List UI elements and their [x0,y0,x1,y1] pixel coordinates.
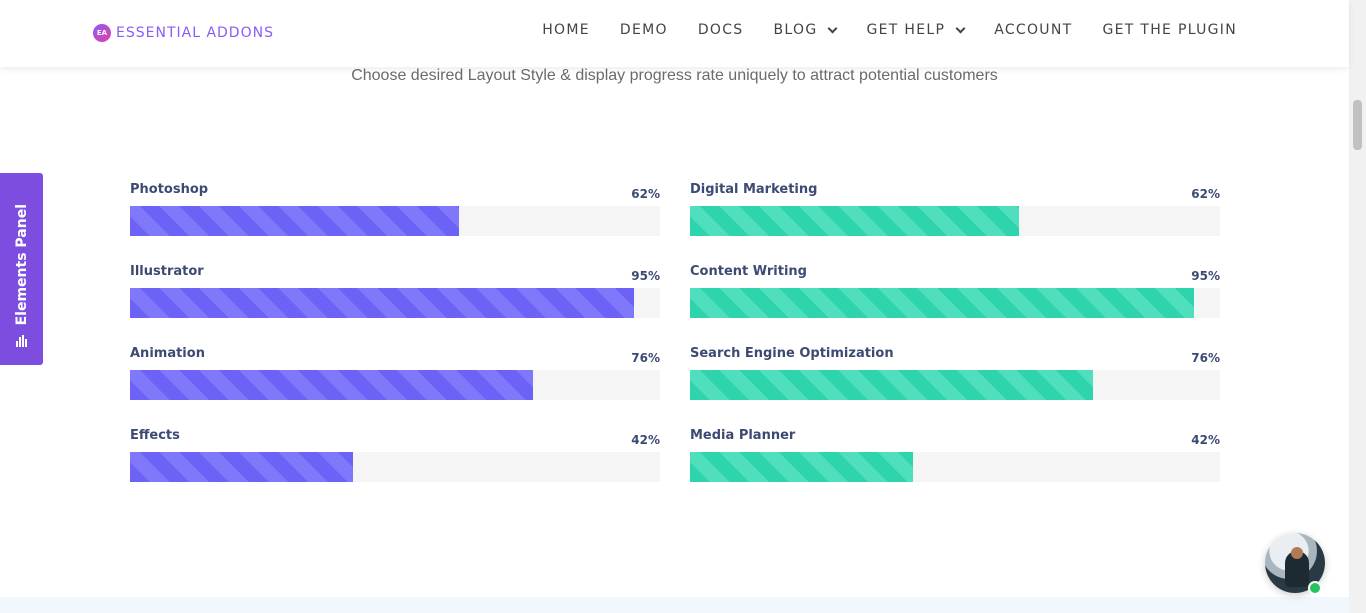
nav-demo[interactable]: DEMO [620,22,668,38]
progress-fill [690,288,1194,318]
progress-label: Search Engine Optimization [690,346,894,361]
progress-item: Effects 42% [130,426,660,508]
progress-track [130,370,660,400]
main-nav: HOME DEMO DOCS BLOG GET HELP ACCOUNT GET… [512,22,1237,38]
progress-item: Photoshop 62% [130,180,660,262]
progress-fill [130,452,353,482]
next-section-strip [0,597,1349,613]
progress-column-right: Digital Marketing 62% Content Writing 95… [690,180,1220,508]
progress-value: 95% [631,269,660,283]
page-scrollbar[interactable] [1349,0,1366,613]
logo-text: ESSENTIAL ADDONS [116,25,274,41]
progress-value: 42% [631,433,660,447]
progress-label: Illustrator [130,264,204,279]
progress-item: Media Planner 42% [690,426,1220,508]
progress-label: Animation [130,346,205,361]
progress-track [130,288,660,318]
progress-track [690,370,1220,400]
bar-chart-icon [16,335,27,347]
progress-value: 95% [1191,269,1220,283]
nav-get-the-plugin[interactable]: GET THE PLUGIN [1102,22,1237,38]
progress-fill [130,370,533,400]
logo[interactable]: EA ESSENTIAL ADDONS [93,24,274,42]
progress-item: Search Engine Optimization 76% [690,344,1220,426]
elements-panel-tab[interactable]: Elements Panel [0,173,43,365]
section-subtitle: Choose desired Layout Style & display pr… [351,67,998,84]
progress-track [690,206,1220,236]
online-status-icon [1308,581,1322,595]
progress-item: Digital Marketing 62% [690,180,1220,262]
logo-mark-icon: EA [93,24,111,42]
progress-fill [690,206,1019,236]
progress-fill [690,452,913,482]
nav-account[interactable]: ACCOUNT [994,22,1072,38]
chevron-down-icon [828,23,838,33]
progress-item: Animation 76% [130,344,660,426]
nav-docs[interactable]: DOCS [698,22,744,38]
progress-label: Media Planner [690,428,796,443]
progress-track [690,452,1220,482]
progress-value: 62% [1191,187,1220,201]
progress-label: Content Writing [690,264,807,279]
progress-value: 76% [631,351,660,365]
nav-home[interactable]: HOME [542,22,590,38]
progress-item: Content Writing 95% [690,262,1220,344]
progress-item: Illustrator 95% [130,262,660,344]
progress-track [690,288,1220,318]
site-header: EA ESSENTIAL ADDONS HOME DEMO DOCS BLOG … [0,0,1349,67]
nav-get-help[interactable]: GET HELP [866,22,966,38]
progress-value: 76% [1191,351,1220,365]
progress-track [130,452,660,482]
progress-label: Digital Marketing [690,182,818,197]
progress-track [130,206,660,236]
progress-column-left: Photoshop 62% Illustrator 95% Animation … [130,180,660,508]
scrollbar-thumb[interactable] [1353,100,1362,150]
progress-value: 42% [1191,433,1220,447]
chat-person-head [1291,547,1303,559]
progress-label: Photoshop [130,182,209,197]
progress-label: Effects [130,428,180,443]
progress-fill [130,288,634,318]
elements-panel-label: Elements Panel [13,203,30,325]
chevron-down-icon [955,23,966,33]
progress-value: 62% [631,187,660,201]
progress-fill [130,206,459,236]
nav-blog[interactable]: BLOG [774,22,838,38]
progress-fill [690,370,1093,400]
